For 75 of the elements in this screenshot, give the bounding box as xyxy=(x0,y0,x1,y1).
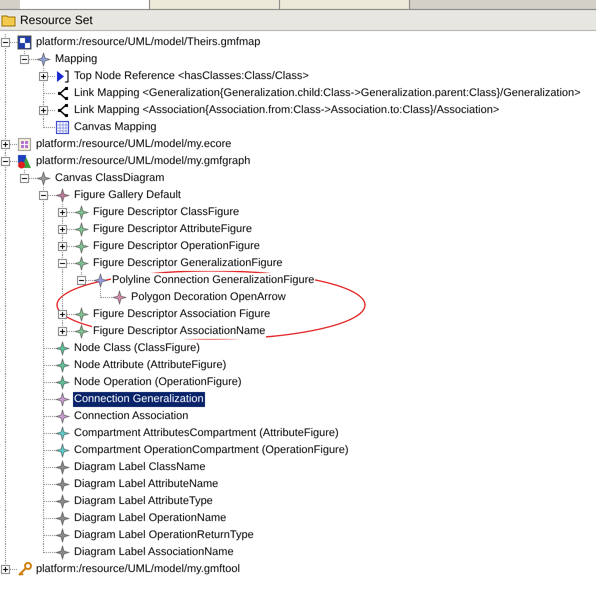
tree-item[interactable]: Diagram Label AttributeName xyxy=(73,477,220,492)
collapse-toggle[interactable] xyxy=(20,174,29,183)
four-point-star-icon xyxy=(74,256,89,271)
tree-item[interactable]: Figure Descriptor ClassFigure xyxy=(92,205,240,220)
tree-item[interactable]: Top Node Reference <hasClasses:Class/Class> xyxy=(73,69,310,84)
four-point-star-icon xyxy=(112,290,127,305)
four-point-star-icon xyxy=(74,307,89,322)
four-point-star-icon xyxy=(74,324,89,339)
tree-item[interactable]: Figure Descriptor OperationFigure xyxy=(92,239,261,254)
key-icon xyxy=(17,562,32,577)
triangle-icon xyxy=(55,69,70,84)
tree-item[interactable]: Mapping xyxy=(54,52,98,67)
tree-item[interactable]: Diagram Label OperationName xyxy=(73,511,228,526)
tree-item[interactable]: platform:/resource/UML/model/Theirs.gmfmap xyxy=(35,35,262,50)
tree-item[interactable]: Polygon Decoration OpenArrow xyxy=(130,290,287,305)
tree-item[interactable]: Diagram Label AttributeType xyxy=(73,494,214,509)
collapse-toggle[interactable] xyxy=(1,38,10,47)
expand-toggle[interactable] xyxy=(58,310,67,319)
tree-item[interactable]: Node Operation (OperationFigure) xyxy=(73,375,243,390)
tree-item[interactable]: Diagram Label OperationReturnType xyxy=(73,528,255,543)
collapse-toggle[interactable] xyxy=(1,157,10,166)
tree-item[interactable]: Diagram Label AssociationName xyxy=(73,545,235,560)
collapse-toggle[interactable] xyxy=(39,191,48,200)
four-point-star-icon xyxy=(55,392,70,407)
collapse-toggle[interactable] xyxy=(58,259,67,268)
four-point-star-icon xyxy=(55,358,70,373)
grid-icon xyxy=(17,137,32,152)
four-point-star-icon xyxy=(55,443,70,458)
four-point-star-icon xyxy=(55,426,70,441)
four-point-star-icon xyxy=(55,409,70,424)
tree-item[interactable]: Figure Descriptor AttributeFigure xyxy=(92,222,253,237)
four-point-star-icon xyxy=(93,273,108,288)
four-point-star-icon xyxy=(55,188,70,203)
four-point-star-icon xyxy=(74,222,89,237)
tree-item[interactable]: Compartment OperationCompartment (OperationFigure) xyxy=(73,443,350,458)
tree-item[interactable]: Figure Gallery Default xyxy=(73,188,182,203)
four-point-star-icon xyxy=(36,52,51,67)
tree-item[interactable]: Figure Descriptor Association Figure xyxy=(92,307,272,322)
tree-item[interactable]: Link Mapping <Association{Association.from:Class->Association.to:Class}/Association> xyxy=(73,103,500,118)
collapse-toggle[interactable] xyxy=(77,276,86,285)
expand-toggle[interactable] xyxy=(58,225,67,234)
four-point-star-icon xyxy=(55,341,70,356)
expand-toggle[interactable] xyxy=(58,327,67,336)
tree-item[interactable]: platform:/resource/UML/model/my.ecore xyxy=(35,137,232,152)
tree-item[interactable]: platform:/resource/UML/model/my.gmfgraph xyxy=(35,154,252,169)
expand-toggle[interactable] xyxy=(58,242,67,251)
four-point-star-icon xyxy=(74,239,89,254)
expand-toggle[interactable] xyxy=(1,565,10,574)
tree-item[interactable]: Polyline Connection GeneralizationFigure xyxy=(111,273,316,288)
tree-item[interactable]: Canvas ClassDiagram xyxy=(54,171,166,186)
expand-toggle[interactable] xyxy=(1,140,10,149)
tree-item[interactable]: Node Class (ClassFigure) xyxy=(73,341,201,356)
tree-item[interactable]: Node Attribute (AttributeFigure) xyxy=(73,358,228,373)
four-point-star-icon xyxy=(36,171,51,186)
tree-item[interactable]: Connection Generalization xyxy=(73,392,205,407)
tree-item[interactable]: Compartment AttributesCompartment (AttributeFigure) xyxy=(73,426,340,441)
tree-item[interactable]: Canvas Mapping xyxy=(73,120,158,135)
four-point-star-icon xyxy=(74,205,89,220)
grid-icon xyxy=(55,120,70,135)
tree-item[interactable]: Link Mapping <Generalization{Generalization.child:Class->Generalization.parent:Class}/Generalization> xyxy=(73,86,582,101)
branch-icon xyxy=(55,86,70,101)
folder-icon xyxy=(1,13,16,27)
tree-item[interactable]: Diagram Label ClassName xyxy=(73,460,206,475)
branch-icon xyxy=(55,103,70,118)
tree-item[interactable]: Figure Descriptor AssociationName xyxy=(92,324,266,339)
four-point-star-icon xyxy=(55,375,70,390)
expand-toggle[interactable] xyxy=(39,72,48,81)
tree-item[interactable]: platform:/resource/UML/model/my.gmftool xyxy=(35,562,241,577)
document-icon xyxy=(17,35,32,50)
expand-toggle[interactable] xyxy=(39,106,48,115)
shapes-icon xyxy=(17,154,32,169)
tree-item[interactable]: Figure Descriptor GeneralizationFigure xyxy=(92,256,284,271)
header-title: Resource Set xyxy=(20,12,93,29)
expand-toggle[interactable] xyxy=(58,208,67,217)
collapse-toggle[interactable] xyxy=(20,55,29,64)
